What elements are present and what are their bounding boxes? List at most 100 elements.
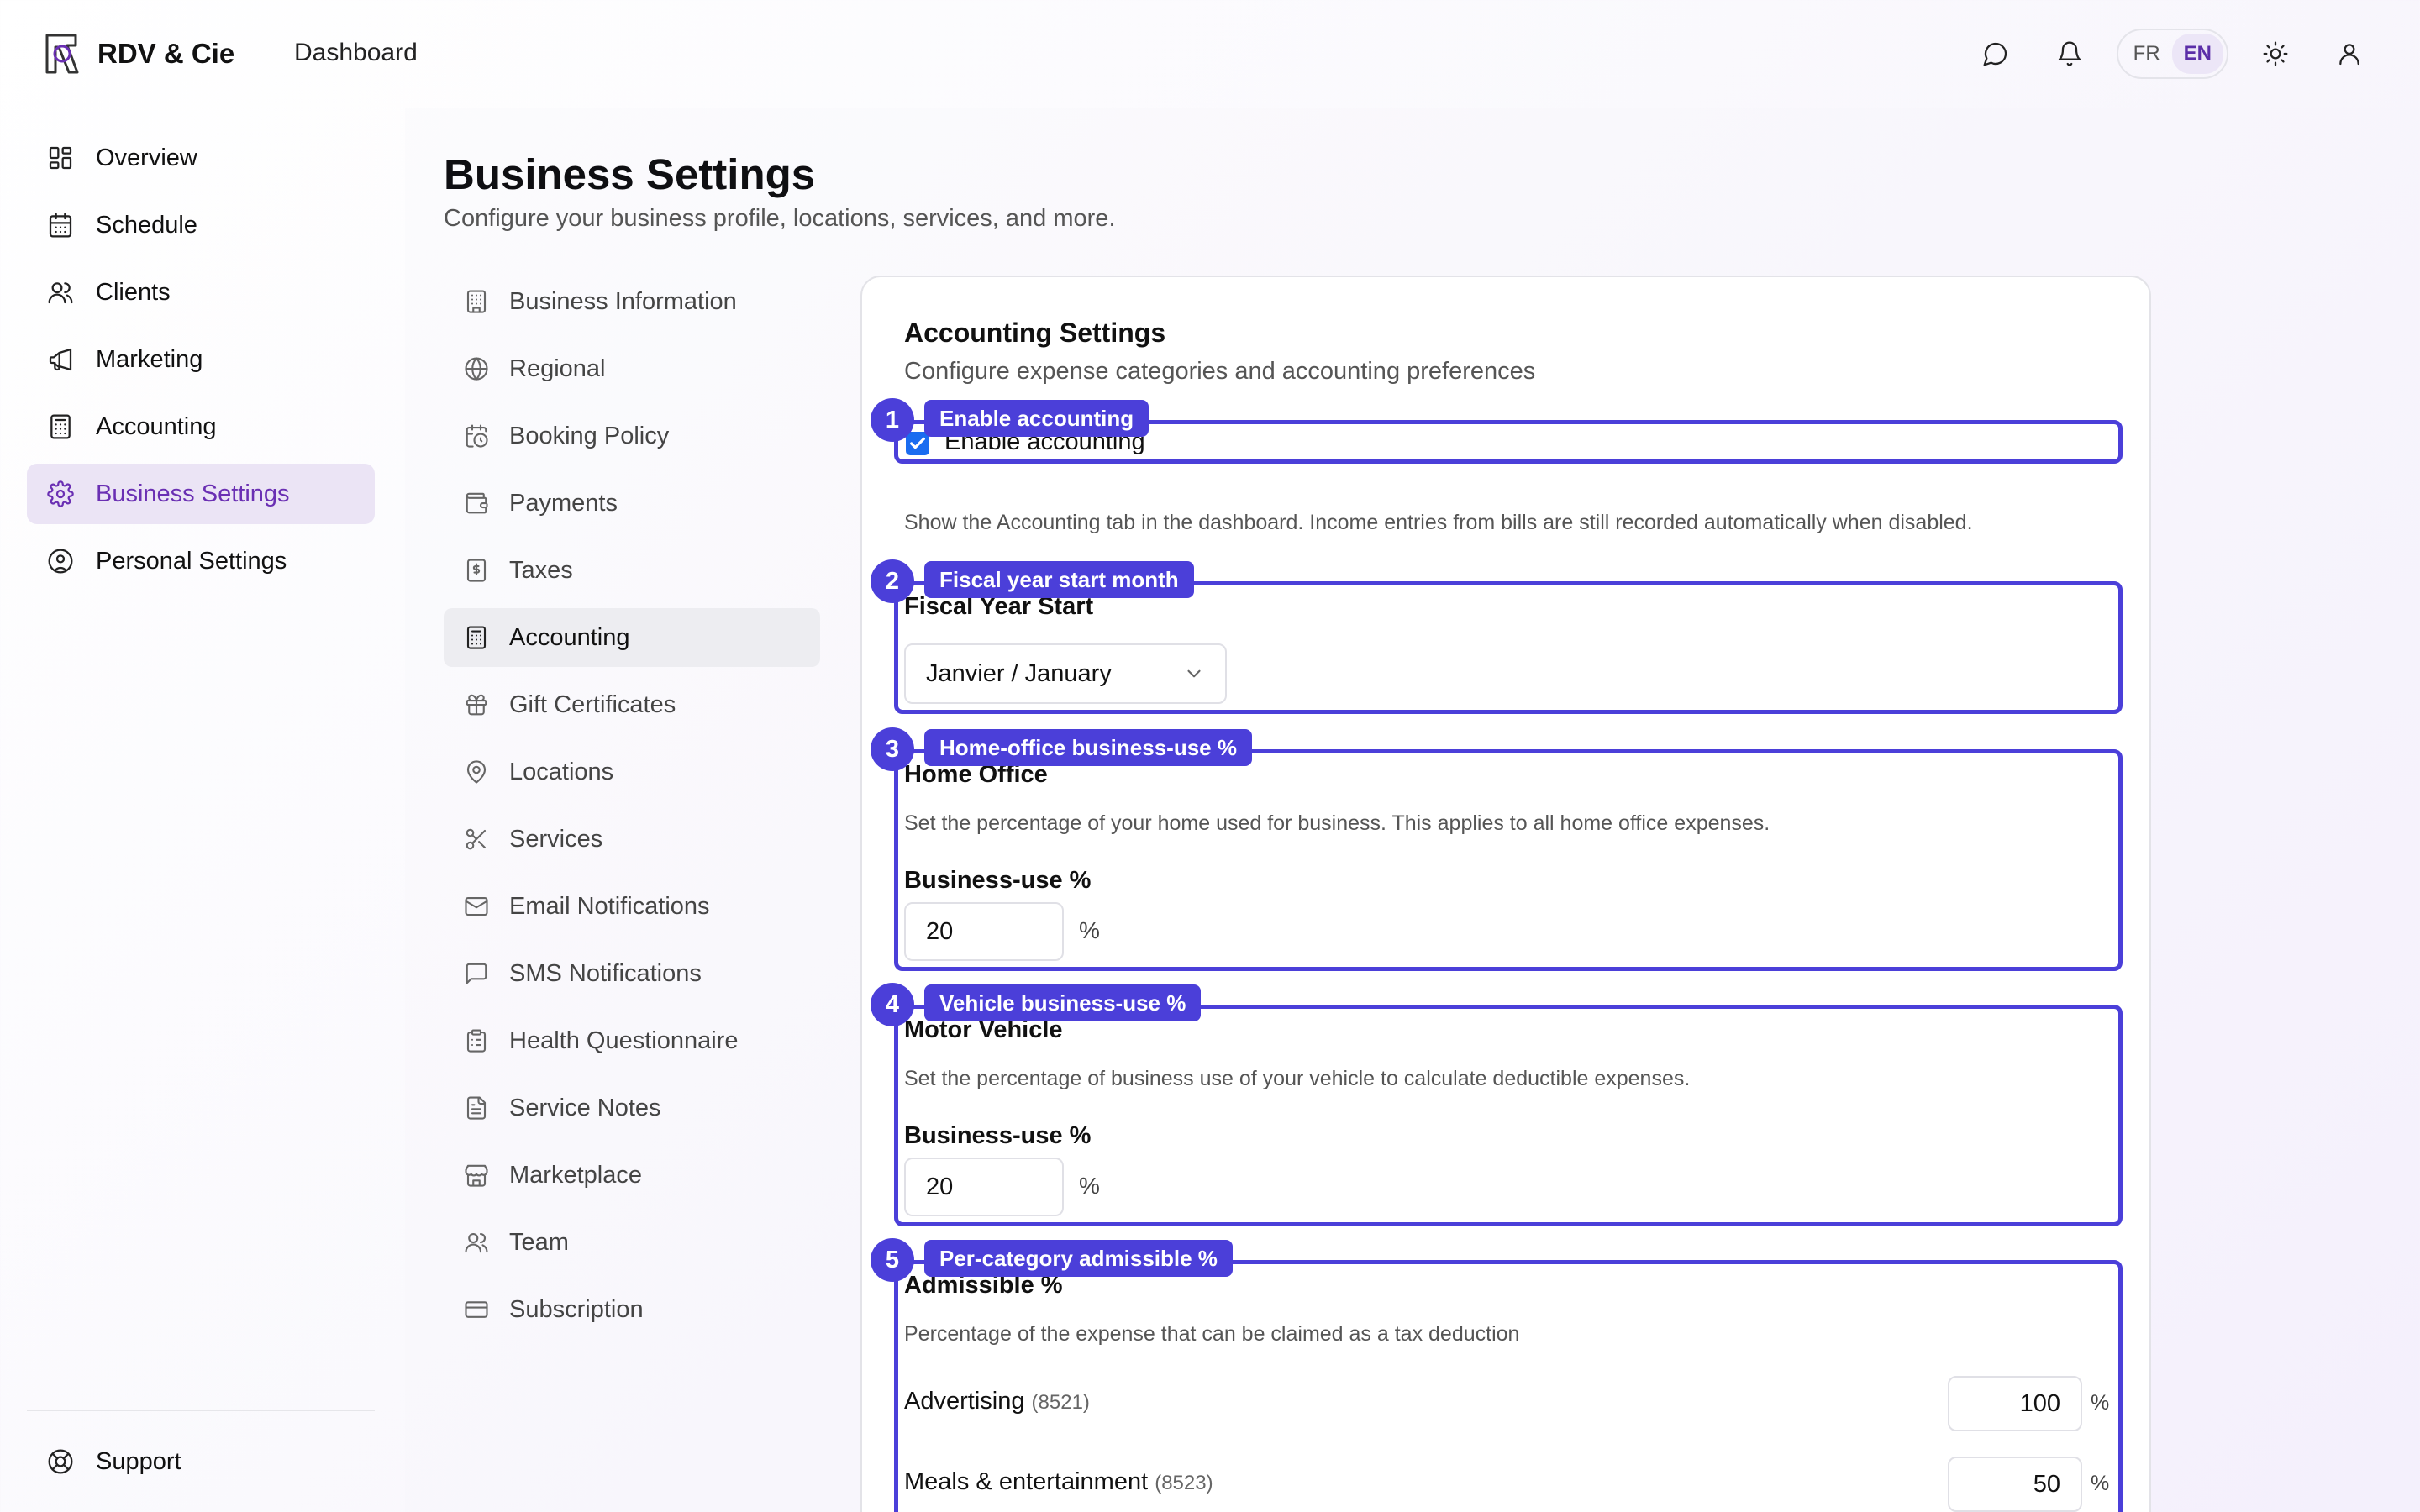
category-row-label: Meals & entertainment (8523) <box>904 1468 1213 1496</box>
subnav-item-service-notes[interactable]: Service Notes <box>444 1079 820 1137</box>
subnav-item-label: Payments <box>509 489 618 517</box>
notifications-button[interactable] <box>2043 27 2096 81</box>
annotation-number: 1 <box>871 398 914 442</box>
category-code: (8523) <box>1155 1472 1213 1494</box>
subnav-item-label: Accounting <box>509 623 630 651</box>
user-icon <box>2339 44 2360 66</box>
sidebar-item-label: Marketing <box>96 345 203 373</box>
gear-icon <box>47 480 74 507</box>
enable-accounting-checkbox[interactable] <box>906 432 929 455</box>
subnav-item-payments[interactable]: Payments <box>444 474 820 533</box>
account-button[interactable] <box>2323 27 2376 81</box>
motor-vehicle-percent-input[interactable]: 20 <box>904 1158 1064 1216</box>
home-office-percent-input[interactable]: 20 <box>904 902 1064 961</box>
subnav-item-label: Regional <box>509 354 606 382</box>
subnav-item-label: Services <box>509 825 603 853</box>
card-subtitle: Configure expense categories and account… <box>904 358 1536 385</box>
map-pin-icon <box>466 760 487 784</box>
subnav-item-business-information[interactable]: Business Information <box>444 272 820 331</box>
motor-vehicle-field-label: Business-use % <box>904 1122 1092 1149</box>
subnav-item-services[interactable]: Services <box>444 810 820 869</box>
annotation-tag: Enable accounting <box>924 400 1150 437</box>
annotation-tag: Vehicle business-use % <box>924 984 1202 1021</box>
subnav-item-gift-certificates[interactable]: Gift Certificates <box>444 675 820 734</box>
mail-icon <box>465 896 488 916</box>
chevron-down-icon <box>1187 669 1201 678</box>
language-switcher: FR EN <box>2116 29 2228 79</box>
credit-card-icon <box>465 1301 488 1318</box>
subnav-item-label: Marketplace <box>509 1161 642 1189</box>
header-actions: FR EN <box>1969 27 2376 81</box>
brand[interactable]: RDV & Cie <box>42 32 234 76</box>
subnav-item-label: Locations <box>509 758 614 785</box>
subnav-item-accounting[interactable]: Accounting <box>444 608 820 667</box>
fiscal-year-select[interactable]: Janvier / January <box>904 643 1227 704</box>
motor-vehicle-desc: Set the percentage of business use of yo… <box>904 1067 1691 1090</box>
clipboard-icon <box>466 1029 487 1053</box>
subnav-item-locations[interactable]: Locations <box>444 743 820 801</box>
sidebar-item-schedule[interactable]: Schedule <box>27 195 375 255</box>
sidebar-item-support[interactable]: Support <box>27 1431 375 1492</box>
annotation-number: 4 <box>871 983 914 1026</box>
subnav-item-booking-policy[interactable]: Booking Policy <box>444 407 820 465</box>
brand-logo-icon <box>45 34 79 74</box>
sidebar-item-clients[interactable]: Clients <box>27 262 375 323</box>
category-admissible-unit: % <box>2091 1391 2110 1415</box>
sidebar: Overview Schedule Clients Marketing Acco… <box>27 128 375 598</box>
subnav-item-taxes[interactable]: Taxes <box>444 541 820 600</box>
lang-en-button[interactable]: EN <box>2171 34 2223 74</box>
sidebar-item-overview[interactable]: Overview <box>27 128 375 188</box>
brand-name: RDV & Cie <box>97 38 235 69</box>
page-title: Business Settings <box>444 150 816 198</box>
motor-vehicle-percent-unit: % <box>1079 1173 1100 1199</box>
category-admissible-input[interactable]: 50 <box>1948 1457 2082 1512</box>
annotation-number: 5 <box>871 1238 914 1282</box>
top-bar: RDV & Cie Dashboard FR EN <box>0 0 2420 108</box>
sidebar-item-personal-settings[interactable]: Personal Settings <box>27 531 375 591</box>
calculator-icon <box>466 626 487 649</box>
subnav-item-marketplace[interactable]: Marketplace <box>444 1146 820 1205</box>
sidebar-item-label: Overview <box>96 144 197 171</box>
sidebar-item-label: Business Settings <box>96 480 290 507</box>
chat-button[interactable] <box>1969 27 2023 81</box>
enable-accounting-help: Show the Accounting tab in the dashboard… <box>904 511 1973 534</box>
subnav-item-sms-notifications[interactable]: SMS Notifications <box>444 944 820 1003</box>
user-circle-icon <box>48 549 73 574</box>
subnav-item-label: Service Notes <box>509 1094 661 1121</box>
life-buoy-icon <box>48 1449 73 1474</box>
theme-toggle-button[interactable] <box>2249 27 2302 81</box>
subnav-item-email-notifications[interactable]: Email Notifications <box>444 877 820 936</box>
subnav-item-label: Taxes <box>509 556 573 584</box>
category-admissible-input[interactable]: 100 <box>1948 1376 2082 1431</box>
sidebar-item-accounting[interactable]: Accounting <box>27 396 375 457</box>
subnav-item-regional[interactable]: Regional <box>444 339 820 398</box>
sidebar-item-business-settings[interactable]: Business Settings <box>27 464 375 524</box>
annotation-tag: Home-office business-use % <box>924 729 1252 766</box>
category-code: (8521) <box>1031 1391 1090 1414</box>
sidebar-item-marketing[interactable]: Marketing <box>27 329 375 390</box>
calculator-icon <box>50 414 71 439</box>
scissors-icon <box>466 828 487 850</box>
subnav-item-label: Subscription <box>509 1295 644 1323</box>
subnav-item-team[interactable]: Team <box>444 1213 820 1272</box>
subnav-item-subscription[interactable]: Subscription <box>444 1280 820 1339</box>
subnav-item-label: Business Information <box>509 287 737 315</box>
subnav-item-health-questionnaire[interactable]: Health Questionnaire <box>444 1011 820 1070</box>
subnav-item-label: Email Notifications <box>509 892 710 920</box>
lang-fr-button[interactable]: FR <box>2122 34 2172 74</box>
page-subtitle: Configure your business profile, locatio… <box>444 205 1116 232</box>
annotation-tag: Per-category admissible % <box>924 1240 1233 1277</box>
grid-icon <box>49 146 72 170</box>
megaphone-icon <box>49 348 72 371</box>
sidebar-item-label: Schedule <box>96 211 197 239</box>
file-text-icon <box>466 1096 487 1120</box>
subnav-item-label: Team <box>509 1228 569 1256</box>
settings-subnav: Business Information Regional Booking Po… <box>444 272 820 1347</box>
annotation-number: 2 <box>871 559 914 603</box>
calendar-icon <box>49 213 72 238</box>
sidebar-item-label: Support <box>96 1447 182 1475</box>
receipt-icon <box>466 559 487 582</box>
sidebar-item-label: Personal Settings <box>96 547 287 575</box>
card-title: Accounting Settings <box>904 318 1166 348</box>
sidebar-item-label: Accounting <box>96 412 217 440</box>
